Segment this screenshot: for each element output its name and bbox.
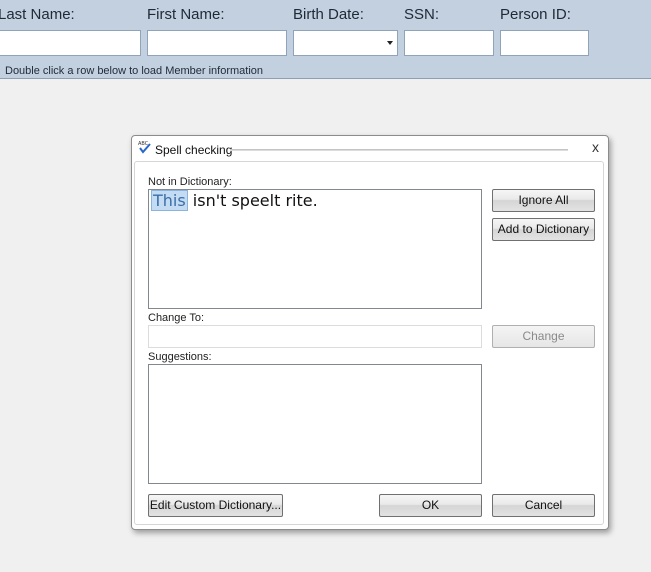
ignore-all-button[interactable]: Ignore All [492,189,595,212]
change-to-label: Change To: [148,312,205,324]
sentence-remainder: isn't speelt rite. [187,191,318,210]
spell-check-dialog: ABC Spell checking x Not in Dictionary: … [131,135,609,530]
ssn-input[interactable] [404,30,494,56]
ssn-label: SSN: [404,6,440,23]
edit-custom-dictionary-button[interactable]: Edit Custom Dictionary... [148,494,283,517]
title-divider [230,149,568,151]
birth-date-label: Birth Date: [293,6,364,23]
first-name-input[interactable] [147,30,287,56]
close-icon[interactable]: x [592,139,599,155]
cancel-button[interactable]: Cancel [492,494,595,517]
ok-button[interactable]: OK [379,494,482,517]
add-to-dictionary-button[interactable]: Add to Dictionary [492,218,595,241]
dialog-titlebar[interactable]: ABC Spell checking x [132,136,608,160]
suggestions-label: Suggestions: [148,351,212,363]
misspelled-word-highlight[interactable]: This [151,190,188,211]
person-id-label: Person ID: [500,6,571,23]
suggestions-list[interactable] [148,364,482,484]
sentence-text: This isn't speelt rite. [151,190,318,211]
not-in-dictionary-textbox[interactable]: This isn't speelt rite. [148,189,482,309]
change-to-input[interactable] [148,325,482,348]
first-name-label: First Name: [147,6,225,23]
spellcheck-icon: ABC [138,141,151,154]
last-name-label: Last Name: [0,6,75,23]
dropdown-arrow-icon[interactable] [387,41,393,45]
dialog-body: Not in Dictionary: This isn't speelt rit… [134,161,604,525]
change-button[interactable]: Change [492,325,595,348]
dialog-title: Spell checking [155,143,233,157]
not-in-dictionary-label: Not in Dictionary: [148,176,232,188]
member-search-bar: Last Name: First Name: Birth Date: SSN: … [0,0,651,79]
birth-date-picker[interactable] [293,30,398,56]
person-id-input[interactable] [500,30,589,56]
load-member-hint: Double click a row below to load Member … [5,65,264,77]
last-name-input[interactable] [0,30,141,56]
